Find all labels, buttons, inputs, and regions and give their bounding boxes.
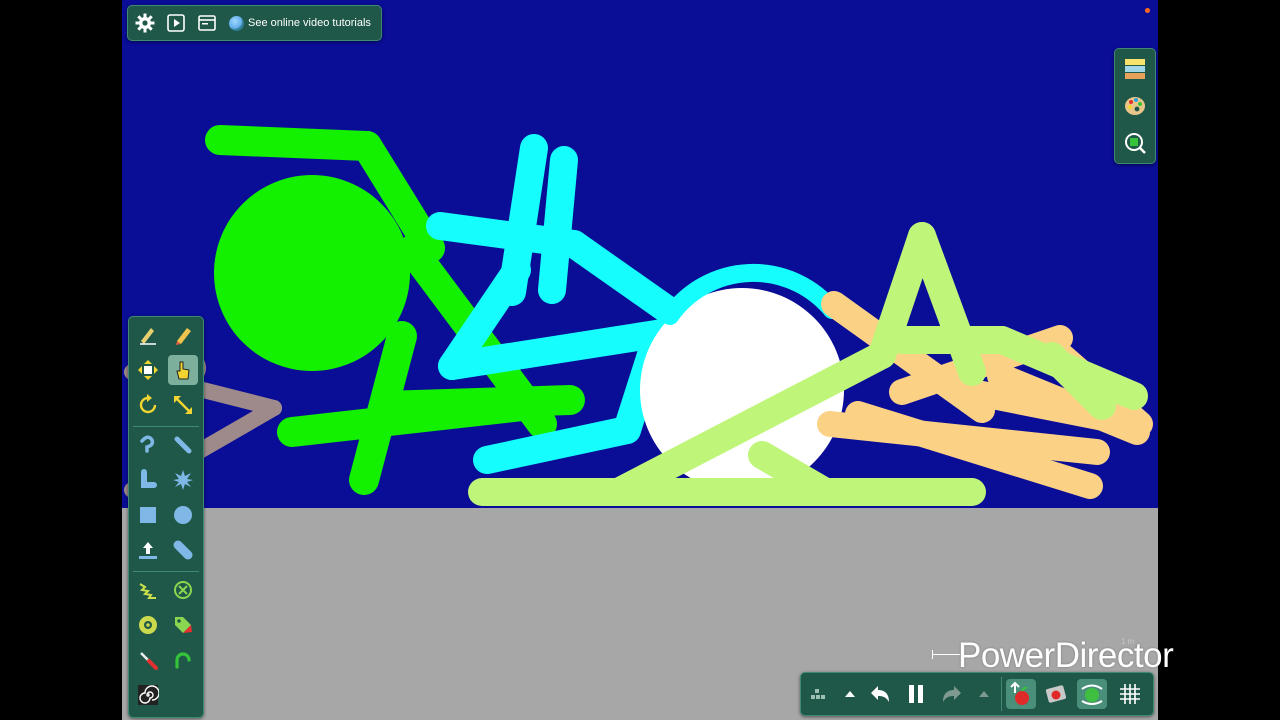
straight-line-icon[interactable] <box>168 430 198 460</box>
window-icon[interactable] <box>193 9 221 37</box>
undo-icon[interactable] <box>865 679 895 709</box>
hand-pointer-icon[interactable] <box>168 355 198 385</box>
status-dot <box>1145 8 1150 13</box>
palette-icon[interactable] <box>1120 91 1150 121</box>
delete-joint-icon[interactable] <box>168 575 198 605</box>
expand-up-icon[interactable] <box>835 679 865 709</box>
card-apple-icon[interactable] <box>1041 679 1071 709</box>
bend-icon[interactable] <box>133 465 163 495</box>
gear-icon[interactable] <box>131 9 159 37</box>
green-figure-head[interactable] <box>214 175 410 371</box>
spring-icon[interactable] <box>133 575 163 605</box>
layers-icon[interactable] <box>1120 54 1150 84</box>
move-icon[interactable] <box>133 355 163 385</box>
eraser-pen-icon[interactable] <box>168 320 198 350</box>
tool-separator <box>133 571 199 572</box>
circle-icon[interactable] <box>168 500 198 530</box>
import-icon[interactable] <box>133 535 163 565</box>
pencil-edit-icon[interactable] <box>133 320 163 350</box>
toolbar-separator <box>1001 677 1002 711</box>
tutorials-link[interactable]: See online video tutorials <box>229 13 371 33</box>
capsule-icon[interactable] <box>168 535 198 565</box>
drawing-canvas[interactable] <box>122 0 1158 720</box>
loop-icon[interactable] <box>168 645 198 675</box>
expand-up-icon-2[interactable] <box>969 679 999 709</box>
burst-icon[interactable] <box>168 465 198 495</box>
physics-editor-app <box>122 0 1158 720</box>
rectangle-icon[interactable] <box>133 500 163 530</box>
bottom-toolbar <box>800 672 1154 716</box>
redo-icon[interactable] <box>937 679 967 709</box>
play-preview-icon[interactable] <box>162 9 190 37</box>
knife-icon[interactable] <box>133 645 163 675</box>
color-tag-icon[interactable] <box>168 610 198 640</box>
zoom-icon[interactable] <box>1120 128 1150 158</box>
grid-menu-icon[interactable] <box>803 679 833 709</box>
pause-icon[interactable] <box>901 679 931 709</box>
apple-physics-icon[interactable] <box>1006 679 1036 709</box>
collision-icon[interactable] <box>1077 679 1107 709</box>
left-toolbar <box>128 316 204 718</box>
scale-icon[interactable] <box>168 390 198 420</box>
wheel-icon[interactable] <box>133 610 163 640</box>
scale-bar <box>932 654 960 655</box>
powerdirector-watermark: PowerDirector <box>958 636 1174 675</box>
tool-separator <box>133 426 199 427</box>
rotate-icon[interactable] <box>133 390 163 420</box>
right-panel <box>1114 48 1156 164</box>
top-toolbar: See online video tutorials <box>127 5 382 41</box>
globe-icon <box>229 15 244 31</box>
grid-icon[interactable] <box>1115 679 1145 709</box>
tutorials-label: See online video tutorials <box>248 17 371 29</box>
scale-bar-tick <box>932 650 933 659</box>
spiral-icon[interactable] <box>133 680 163 710</box>
curve-icon[interactable] <box>133 430 163 460</box>
